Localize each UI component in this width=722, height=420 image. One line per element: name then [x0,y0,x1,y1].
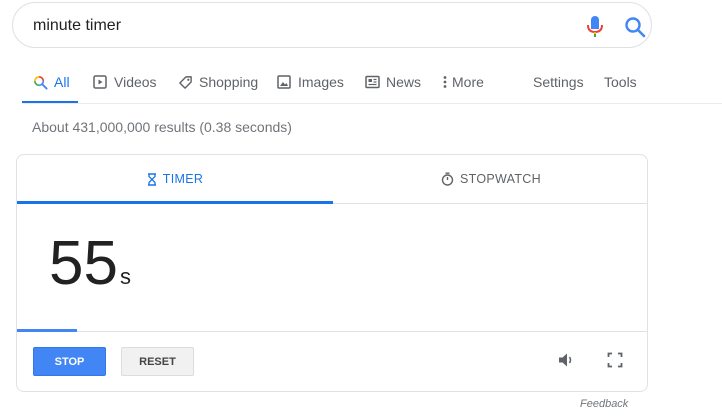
tab-videos-label: Videos [114,74,157,90]
search-icon [32,74,48,90]
stopwatch-icon [441,172,454,186]
tab-images-label: Images [298,74,344,90]
volume-icon [559,353,572,367]
fullscreen-icon [607,352,623,368]
stop-button[interactable]: STOP [33,347,106,376]
timer-tab-indicator [17,201,333,204]
timer-card: TIMER STOPWATCH 55 s STOP RESET [16,154,648,392]
tab-stopwatch-label: STOPWATCH [460,172,541,186]
stop-button-label: STOP [54,355,85,368]
settings-link[interactable]: Settings [533,62,584,102]
volume-button[interactable] [555,349,577,371]
search-box[interactable] [12,2,652,48]
tab-stopwatch[interactable]: STOPWATCH [333,155,647,203]
tab-news[interactable]: News [364,62,421,102]
tab-timer-label: TIMER [162,172,204,186]
search-input[interactable] [33,15,553,37]
result-stats: About 431,000,000 results (0.38 seconds) [32,119,292,135]
hourglass-icon [147,172,157,186]
tag-icon [177,74,193,90]
tab-all[interactable]: All [32,62,70,102]
tab-videos[interactable]: Videos [92,62,157,102]
timer-tabs: TIMER STOPWATCH [17,155,647,204]
tab-shopping[interactable]: Shopping [177,62,258,102]
image-icon [276,74,292,90]
more-vertical-icon [442,74,448,90]
time-value: 55 [49,229,118,298]
timer-progress-fill [17,329,78,332]
tab-more-label: More [452,74,484,90]
reset-button-label: RESET [139,355,176,368]
tab-shopping-label: Shopping [199,74,259,90]
tab-more[interactable]: More [442,62,484,102]
tabs-divider [22,103,722,104]
time-display: 55 s [49,233,131,303]
tools-label: Tools [604,74,637,90]
fullscreen-button[interactable] [604,349,626,371]
settings-label: Settings [533,74,584,90]
search-tabs: All Videos Shopping Images News More Set… [0,62,722,104]
tab-timer[interactable]: TIMER [17,155,333,203]
timer-progress-bar [17,329,647,332]
search-button[interactable] [623,15,647,39]
feedback-link[interactable]: Feedback [580,398,628,410]
tools-link[interactable]: Tools [604,62,637,102]
time-unit: s [119,264,131,289]
video-icon [92,74,108,90]
reset-button[interactable]: RESET [121,347,194,376]
tab-all-label: All [54,74,70,90]
voice-search-button[interactable] [585,15,605,39]
news-icon [364,74,380,90]
microphone-icon [587,16,603,37]
search-icon [625,17,646,38]
tab-news-label: News [386,74,422,90]
tab-images[interactable]: Images [276,62,344,102]
